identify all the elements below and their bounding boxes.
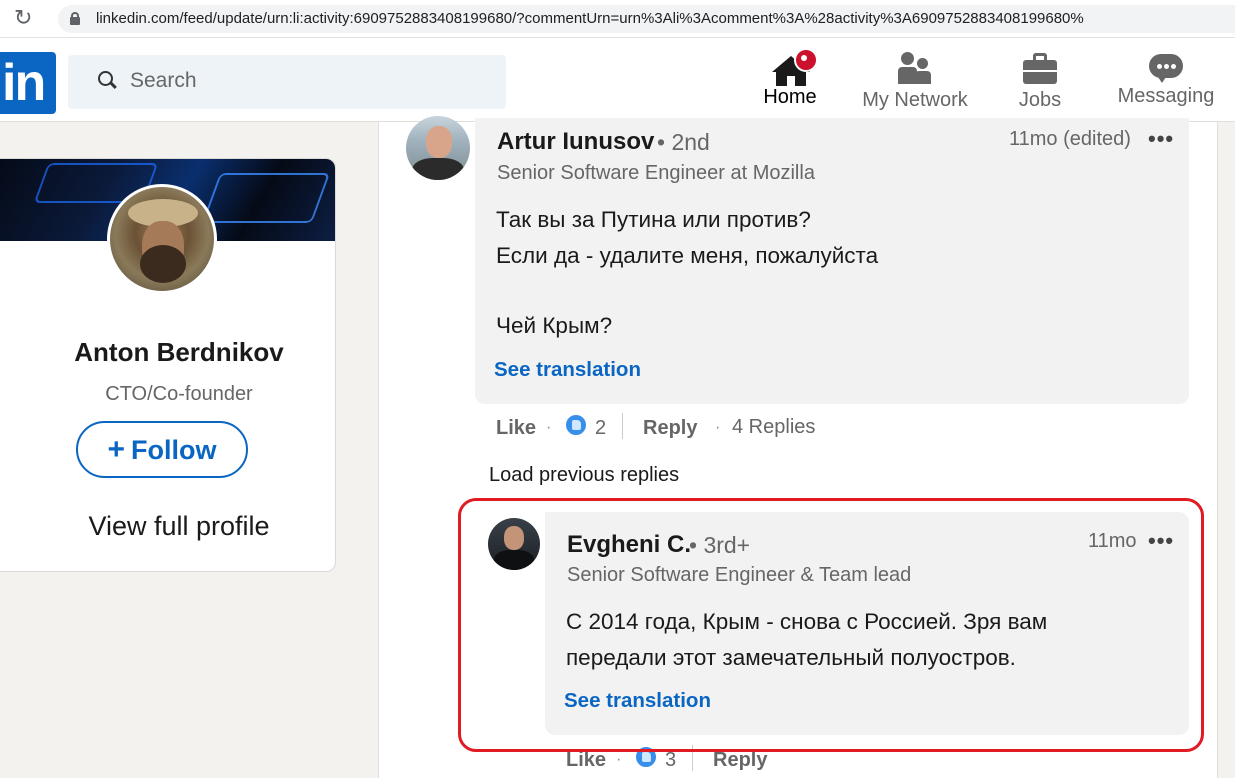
people-icon <box>895 50 935 86</box>
reaction-count[interactable]: 2 <box>595 417 606 440</box>
search-icon <box>98 71 117 89</box>
profile-title: CTO/Co-founder <box>105 383 253 405</box>
nav-label-jobs: Jobs <box>1018 89 1062 111</box>
home-icon <box>770 48 818 86</box>
connection-degree: • 2nd <box>657 129 710 155</box>
like-button[interactable]: Like <box>496 417 536 440</box>
reload-icon[interactable]: ↻ <box>14 6 32 31</box>
author-headline: Senior Software Engineer at Mozilla <box>497 162 815 184</box>
reaction-count[interactable]: 3 <box>665 749 676 772</box>
nav-item-jobs[interactable]: Jobs <box>990 48 1090 122</box>
comment-text-line: Чей Крым? <box>496 313 613 338</box>
nav-label-my-network: My Network <box>862 89 968 111</box>
url-text[interactable]: linkedin.com/feed/update/urn:li:activity… <box>96 10 1084 27</box>
top-navigation: in Home My Network Jobs Messaging <box>0 38 1235 122</box>
comment-text-line: Так вы за Путина или против? <box>496 207 811 232</box>
comment-author[interactable]: Artur Iunusov <box>497 128 654 156</box>
see-translation-link[interactable]: See translation <box>494 358 641 382</box>
profile-card: Anton Berdnikov CTO/Co-founder + Follow V… <box>0 158 336 572</box>
profile-name[interactable]: Anton Berdnikov <box>0 337 335 368</box>
browser-toolbar: ↻ linkedin.com/feed/update/urn:li:activi… <box>0 0 1235 38</box>
avatar[interactable] <box>406 116 470 180</box>
chat-bubble-icon <box>1146 50 1186 86</box>
nav-item-my-network[interactable]: My Network <box>852 48 978 122</box>
briefcase-icon <box>1020 50 1060 86</box>
nav-label-home: Home <box>763 86 817 108</box>
more-options-icon[interactable]: ••• <box>1148 126 1174 152</box>
avatar[interactable] <box>107 184 217 294</box>
view-full-profile-link[interactable]: View full profile <box>0 511 335 542</box>
notification-badge <box>794 48 818 72</box>
plus-icon: + <box>107 433 126 466</box>
nav-label-messaging: Messaging <box>1117 85 1215 107</box>
replies-count-link[interactable]: 4 Replies <box>732 416 815 439</box>
like-reaction-icon[interactable] <box>565 414 587 436</box>
comment-timestamp: 11mo (edited) <box>1009 128 1131 150</box>
like-button[interactable]: Like <box>566 749 606 772</box>
search-input[interactable] <box>130 69 490 93</box>
highlight-annotation <box>458 498 1204 752</box>
nav-item-home[interactable]: Home <box>728 48 852 122</box>
comment-text-line: Если да - удалите меня, пожалуйста <box>496 243 879 268</box>
linkedin-logo[interactable]: in <box>0 52 56 114</box>
address-bar[interactable]: linkedin.com/feed/update/urn:li:activity… <box>58 5 1235 33</box>
lock-icon[interactable] <box>70 12 80 25</box>
load-previous-replies-link[interactable]: Load previous replies <box>489 464 679 487</box>
follow-button[interactable]: + Follow <box>76 421 248 478</box>
reply-button[interactable]: Reply <box>713 749 767 772</box>
nav-item-messaging[interactable]: Messaging <box>1108 48 1224 122</box>
follow-label: Follow <box>131 435 217 465</box>
divider <box>622 413 623 439</box>
reply-button[interactable]: Reply <box>643 417 697 440</box>
search-box[interactable] <box>68 55 506 109</box>
